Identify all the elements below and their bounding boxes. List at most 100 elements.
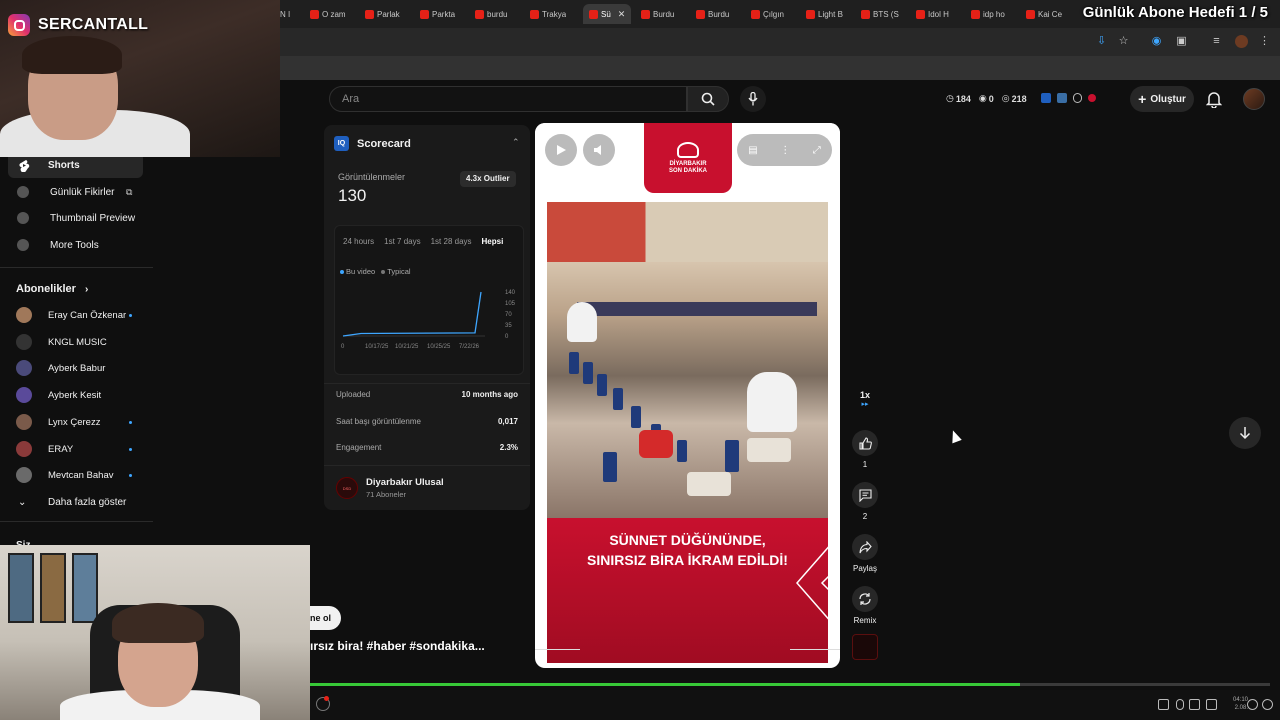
browser-tab[interactable]: Sü ✕ — [583, 4, 632, 24]
views-label: Görüntülenmeler — [338, 172, 406, 182]
channel-name: Diyarbakır Ulusal — [366, 477, 444, 488]
youtube-favicon-icon — [641, 9, 650, 19]
browser-tab[interactable]: Burdu — [641, 4, 674, 24]
tray-mic-icon[interactable] — [1176, 699, 1184, 710]
youtube-favicon-icon — [916, 9, 925, 19]
search-input[interactable]: Ara — [329, 86, 687, 112]
profile-icon[interactable] — [1235, 35, 1248, 48]
subscription-item[interactable]: Eray Can Özkenar — [0, 302, 155, 328]
search-placeholder: Ara — [342, 93, 360, 105]
browser-tab[interactable]: Kai Ce — [1026, 4, 1062, 24]
captions-icon[interactable]: ▤ — [748, 145, 757, 156]
browser-tab[interactable]: idp ho — [971, 4, 1005, 24]
browser-tab[interactable]: Light B — [806, 4, 843, 24]
iq-extension-icon[interactable] — [1041, 93, 1051, 103]
source-channel[interactable]: DSD Diyarbakır Ulusal 71 Aboneler — [336, 477, 444, 499]
browser-tab[interactable]: Idol H — [916, 4, 949, 24]
shorts-player[interactable]: DİYARBAKIR SON DAKİKA ▤ ⋮ ⤢ SÜNNET DÜĞÜN… — [535, 123, 840, 668]
tray-network-icon[interactable] — [1206, 699, 1217, 710]
tab-label: Çılgın — [763, 9, 784, 19]
subscriptions-heading[interactable]: Abonelikler › — [16, 283, 88, 295]
tray-window-icon[interactable] — [1158, 699, 1169, 710]
record-indicator-icon — [324, 696, 329, 701]
arrow-down-icon — [1239, 427, 1251, 440]
remix-icon — [859, 593, 871, 605]
subscription-label: Ayberk Babur — [48, 363, 106, 375]
browser-tab[interactable]: burdu — [475, 4, 507, 24]
remix-button[interactable]: Remix — [847, 586, 883, 625]
next-short-button[interactable] — [1229, 417, 1261, 449]
browser-tab[interactable]: Çılgın — [751, 4, 784, 24]
sound-thumbnail[interactable] — [852, 634, 878, 660]
sidebar-item-more-tools[interactable]: More Tools — [0, 232, 155, 258]
youtube-favicon-icon — [751, 9, 760, 19]
fullscreen-icon[interactable]: ⤢ — [813, 145, 821, 156]
range-tab[interactable]: 24 hours — [343, 237, 374, 246]
search-button[interactable] — [687, 86, 729, 112]
chevron-up-icon[interactable]: ⌃ — [512, 137, 520, 148]
subscription-item[interactable]: Ayberk Babur — [0, 355, 155, 381]
x-tick-label: 10/17/25 — [365, 344, 389, 350]
y-tick-label: 0 — [505, 334, 509, 340]
range-tab[interactable]: 1st 28 days — [431, 237, 472, 246]
browser-tab[interactable]: Trakya — [530, 4, 566, 24]
browser-tab[interactable]: Burdu — [696, 4, 729, 24]
tab-label: Burdu — [708, 9, 730, 19]
mute-button[interactable] — [583, 134, 615, 166]
subscription-item[interactable]: Ayberk Kesit — [0, 382, 155, 408]
subscription-item[interactable]: Mevtcan Bahav — [0, 462, 155, 488]
subscription-item[interactable]: ERAY — [0, 436, 155, 462]
list-extension-icon[interactable] — [1057, 93, 1067, 103]
speed-button[interactable]: 1x ▸▸ — [847, 390, 883, 408]
play-button[interactable] — [545, 134, 577, 166]
tray-settings-icon[interactable] — [1262, 699, 1273, 710]
show-more-button[interactable]: ⌄ Daha fazla göster — [0, 489, 155, 515]
bookmark-star-icon[interactable]: ☆ — [1117, 35, 1130, 48]
subscribe-button[interactable]: ne ol — [310, 606, 342, 630]
notification-bell-icon[interactable] — [1206, 90, 1222, 108]
install-app-icon[interactable]: ⇩ — [1095, 35, 1108, 48]
media-control-icon[interactable]: ≡ — [1210, 35, 1223, 48]
sidebar-item-gunluk-fikirler[interactable]: Günlük Fikirler ⧉ — [0, 179, 155, 205]
views-value: 130 — [338, 186, 367, 205]
comment-icon — [858, 488, 872, 502]
instagram-icon — [8, 14, 30, 36]
extension-icon[interactable]: ◉ — [1150, 35, 1163, 48]
channel-avatar — [16, 307, 32, 323]
playback-progress[interactable] — [310, 683, 1270, 686]
plus-icon: + — [1138, 91, 1147, 107]
browser-tab[interactable]: O zam — [310, 4, 346, 24]
menu-kebab-icon[interactable]: ⋮ — [1258, 35, 1271, 48]
tray-display-icon[interactable] — [1189, 699, 1200, 710]
progress-fill — [310, 683, 1021, 686]
share-button[interactable]: Paylaş — [847, 534, 883, 573]
browser-tab[interactable]: Parkta — [420, 4, 455, 24]
eye-outline-icon: ◎ — [1001, 93, 1010, 103]
alert-extension-icon[interactable] — [1088, 94, 1096, 102]
scorecard-panel: IQ Scorecard ⌃ Görüntülenmeler 130 4.3x … — [324, 125, 530, 510]
streamer-handle: SERCANTALL — [38, 16, 149, 33]
tab-label: burdu — [487, 9, 508, 19]
tray-media-icon[interactable] — [1247, 699, 1258, 710]
tab-label: Light B — [818, 9, 843, 19]
sidebar-item-thumbnail-preview[interactable]: Thumbnail Preview — [0, 205, 155, 231]
stat-views: ◷ 184 — [946, 93, 971, 104]
browser-tab[interactable]: BTS (S — [861, 4, 899, 24]
channel-stats: ◷ 184 ◉ 0 ◎ 218 — [946, 93, 1027, 104]
voice-search-button[interactable] — [740, 86, 766, 112]
browser-tab[interactable]: Parlak — [365, 4, 400, 24]
show-more-label: Daha fazla göster — [48, 496, 127, 508]
range-tab[interactable]: Hepsi — [482, 237, 504, 246]
puzzle-icon[interactable]: ▣ — [1175, 35, 1188, 48]
close-tab-icon[interactable]: ✕ — [618, 9, 626, 20]
more-options-icon[interactable]: ⋮ — [780, 145, 790, 156]
subscription-item[interactable]: Lynx Çerezz — [0, 409, 155, 435]
account-avatar[interactable] — [1243, 88, 1265, 110]
comments-button[interactable]: 2 — [847, 482, 883, 521]
like-button[interactable]: 1 — [847, 430, 883, 469]
badge-extension-icon[interactable] — [1073, 93, 1082, 103]
subscription-item[interactable]: KNGL MUSIC — [0, 329, 155, 355]
fast-forward-icon: ▸▸ — [861, 401, 869, 408]
range-tab[interactable]: 1st 7 days — [384, 237, 420, 246]
create-button[interactable]: + Oluştur — [1130, 86, 1194, 112]
